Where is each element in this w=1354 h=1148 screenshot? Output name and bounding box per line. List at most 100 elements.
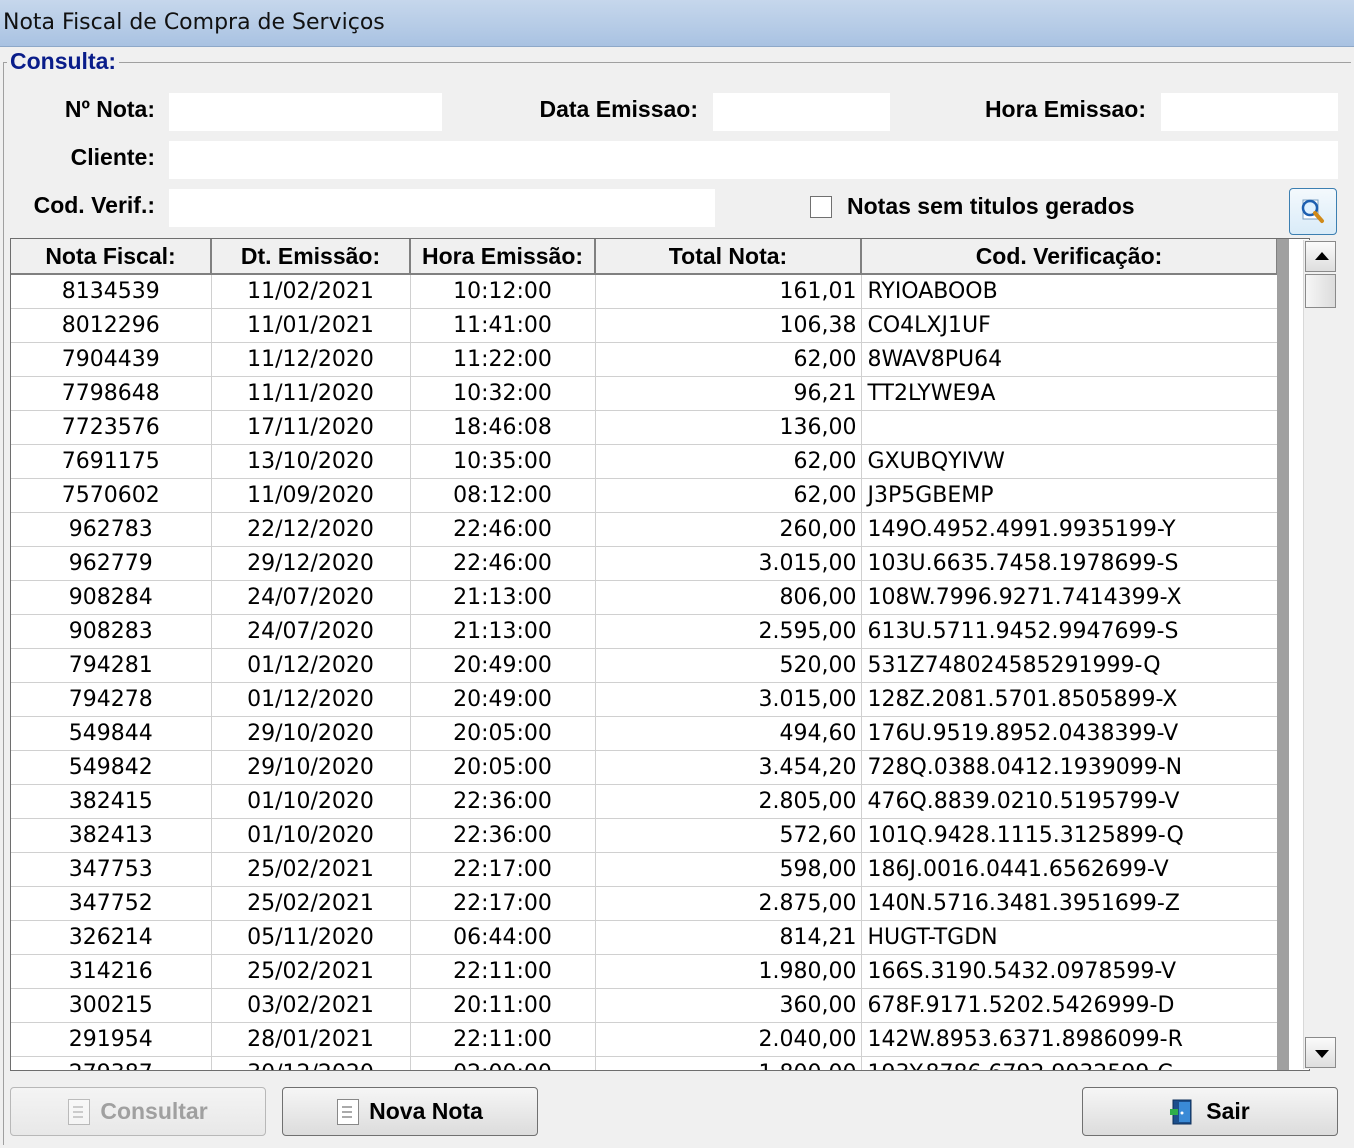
table-row[interactable]: 7723576 17/11/2020 18:46:08 136,00 — [11, 410, 1277, 445]
cell-cod-verificacao[interactable]: 678F.9171.5202.5426999-D — [861, 988, 1277, 1023]
scroll-down-button[interactable] — [1305, 1037, 1336, 1068]
cell-nota-fiscal[interactable]: 347752 — [11, 886, 212, 921]
cell-dt-emissao[interactable]: 13/10/2020 — [211, 444, 411, 479]
cell-cod-verificacao[interactable]: GXUBQYIVW — [861, 444, 1277, 479]
notas-grid[interactable]: Nota Fiscal: Dt. Emissão: Hora Emissão: … — [10, 238, 1310, 1071]
cell-dt-emissao[interactable]: 01/10/2020 — [211, 818, 411, 853]
scroll-up-button[interactable] — [1305, 241, 1336, 272]
column-header-hora-emissao[interactable]: Hora Emissão: — [410, 239, 596, 275]
cell-dt-emissao[interactable]: 24/07/2020 — [211, 614, 411, 649]
cell-hora-emissao[interactable]: 22:11:00 — [410, 1022, 596, 1057]
cell-total-nota[interactable]: 62,00 — [595, 478, 862, 513]
cell-total-nota[interactable]: 3.015,00 — [595, 682, 862, 717]
cell-cod-verificacao[interactable]: 108W.7996.9271.7414399-X — [861, 580, 1277, 615]
cell-dt-emissao[interactable]: 24/07/2020 — [211, 580, 411, 615]
cell-total-nota[interactable]: 494,60 — [595, 716, 862, 751]
cell-total-nota[interactable]: 3.454,20 — [595, 750, 862, 785]
cell-cod-verificacao[interactable]: 149O.4952.4991.9935199-Y — [861, 512, 1277, 547]
cell-cod-verificacao[interactable]: 186J.0016.0441.6562699-V — [861, 852, 1277, 887]
cell-nota-fiscal[interactable]: 7691175 — [11, 444, 212, 479]
cell-dt-emissao[interactable]: 11/01/2021 — [211, 308, 411, 343]
cell-total-nota[interactable]: 598,00 — [595, 852, 862, 887]
cell-dt-emissao[interactable]: 29/12/2020 — [211, 546, 411, 581]
cell-total-nota[interactable]: 572,60 — [595, 818, 862, 853]
cell-hora-emissao[interactable]: 08:12:00 — [410, 478, 596, 513]
table-row[interactable]: 7904439 11/12/2020 11:22:00 62,00 8WAV8PU64 — [11, 342, 1277, 377]
cell-hora-emissao[interactable]: 21:13:00 — [410, 580, 596, 615]
cell-nota-fiscal[interactable]: 794281 — [11, 648, 212, 683]
cell-dt-emissao[interactable]: 11/12/2020 — [211, 342, 411, 377]
table-row[interactable]: 347753 25/02/2021 22:17:00 598,00 186J.0016.… — [11, 852, 1277, 887]
cell-cod-verificacao[interactable]: 101Q.9428.1115.3125899-Q — [861, 818, 1277, 853]
hora-emissao-input[interactable] — [1161, 93, 1338, 131]
cell-total-nota[interactable]: 136,00 — [595, 410, 862, 445]
cell-hora-emissao[interactable]: 20:49:00 — [410, 648, 596, 683]
cell-cod-verificacao[interactable]: 728Q.0388.0412.1939099-N — [861, 750, 1277, 785]
cell-hora-emissao[interactable]: 06:44:00 — [410, 920, 596, 955]
table-row[interactable]: 7798648 11/11/2020 10:32:00 96,21 TT2LYWE9A — [11, 376, 1277, 411]
cell-total-nota[interactable]: 3.015,00 — [595, 546, 862, 581]
cell-nota-fiscal[interactable]: 962779 — [11, 546, 212, 581]
consultar-button[interactable]: Consultar — [10, 1087, 266, 1136]
notas-sem-titulos-label[interactable]: Notas sem titulos gerados — [847, 193, 1135, 220]
cell-cod-verificacao[interactable]: 166S.3190.5432.0978599-V — [861, 954, 1277, 989]
table-row[interactable]: 794281 01/12/2020 20:49:00 520,00 531Z748024… — [11, 648, 1277, 683]
cell-nota-fiscal[interactable]: 794278 — [11, 682, 212, 717]
table-row[interactable]: 908284 24/07/2020 21:13:00 806,00 108W.7996.… — [11, 580, 1277, 615]
table-row[interactable]: 8134539 11/02/2021 10:12:00 161,01 RYIOABOOB — [11, 274, 1277, 309]
cell-hora-emissao[interactable]: 22:46:00 — [410, 512, 596, 547]
cell-nota-fiscal[interactable]: 7904439 — [11, 342, 212, 377]
cell-hora-emissao[interactable]: 10:32:00 — [410, 376, 596, 411]
cell-cod-verificacao[interactable]: 531Z748024585291999-Q — [861, 648, 1277, 683]
table-row[interactable]: 326214 05/11/2020 06:44:00 814,21 HUGT-TGDN — [11, 920, 1277, 955]
cell-hora-emissao[interactable]: 10:12:00 — [410, 274, 596, 309]
cell-nota-fiscal[interactable]: 382415 — [11, 784, 212, 819]
table-row[interactable]: 27938730/12/202002:00:001.800,00193Y.878… — [11, 1056, 1277, 1070]
nova-nota-button[interactable]: Nova Nota — [282, 1087, 538, 1136]
table-row[interactable]: 962779 29/12/2020 22:46:00 3.015,00 103U.663… — [11, 546, 1277, 581]
column-header-total-nota[interactable]: Total Nota: — [595, 239, 862, 275]
cell-hora-emissao[interactable]: 22:17:00 — [410, 852, 596, 887]
cell-total-nota[interactable]: 360,00 — [595, 988, 862, 1023]
cell-dt-emissao[interactable]: 29/10/2020 — [211, 716, 411, 751]
cell-nota-fiscal[interactable]: 300215 — [11, 988, 212, 1023]
cell-total-nota[interactable]: 520,00 — [595, 648, 862, 683]
cell-dt-emissao[interactable]: 01/12/2020 — [211, 682, 411, 717]
cell-total-nota[interactable]: 161,01 — [595, 274, 862, 309]
table-row[interactable]: 549842 29/10/2020 20:05:00 3.454,20 728Q.038… — [11, 750, 1277, 785]
table-row[interactable]: 382415 01/10/2020 22:36:00 2.805,00 476Q.883… — [11, 784, 1277, 819]
cell-dt-emissao[interactable]: 03/02/2021 — [211, 988, 411, 1023]
cell-nota-fiscal[interactable]: 908284 — [11, 580, 212, 615]
cell-nota-fiscal[interactable]: 8012296 — [11, 308, 212, 343]
cell-total-nota[interactable]: 814,21 — [595, 920, 862, 955]
cell-cod-verificacao[interactable]: 193Y.8786.6792.9032599-C — [861, 1056, 1277, 1070]
cell-dt-emissao[interactable]: 17/11/2020 — [211, 410, 411, 445]
cell-hora-emissao[interactable]: 02:00:00 — [410, 1056, 596, 1070]
cell-dt-emissao[interactable]: 05/11/2020 — [211, 920, 411, 955]
cell-hora-emissao[interactable]: 11:22:00 — [410, 342, 596, 377]
cell-cod-verificacao[interactable]: 8WAV8PU64 — [861, 342, 1277, 377]
cell-dt-emissao[interactable]: 25/02/2021 — [211, 852, 411, 887]
table-row[interactable]: 8012296 11/01/2021 11:41:00 106,38 CO4LXJ1UF — [11, 308, 1277, 343]
cell-hora-emissao[interactable]: 20:05:00 — [410, 716, 596, 751]
cell-hora-emissao[interactable]: 22:36:00 — [410, 784, 596, 819]
cell-nota-fiscal[interactable]: 7570602 — [11, 478, 212, 513]
cell-hora-emissao[interactable]: 21:13:00 — [410, 614, 596, 649]
cell-dt-emissao[interactable]: 28/01/2021 — [211, 1022, 411, 1057]
cell-nota-fiscal[interactable]: 962783 — [11, 512, 212, 547]
cell-cod-verificacao[interactable]: HUGT-TGDN — [861, 920, 1277, 955]
cell-nota-fiscal[interactable]: 7723576 — [11, 410, 212, 445]
cell-total-nota[interactable]: 1.800,00 — [595, 1056, 862, 1070]
cell-hora-emissao[interactable]: 20:11:00 — [410, 988, 596, 1023]
table-row[interactable]: 908283 24/07/2020 21:13:00 2.595,00 613U.571… — [11, 614, 1277, 649]
cell-dt-emissao[interactable]: 25/02/2021 — [211, 886, 411, 921]
cell-total-nota[interactable]: 2.040,00 — [595, 1022, 862, 1057]
cell-hora-emissao[interactable]: 18:46:08 — [410, 410, 596, 445]
cell-cod-verificacao[interactable]: 140N.5716.3481.3951699-Z — [861, 886, 1277, 921]
cell-hora-emissao[interactable]: 10:35:00 — [410, 444, 596, 479]
cell-hora-emissao[interactable]: 20:49:00 — [410, 682, 596, 717]
table-row[interactable]: 962783 22/12/2020 22:46:00 260,00 149O.4952.… — [11, 512, 1277, 547]
cell-hora-emissao[interactable]: 20:05:00 — [410, 750, 596, 785]
cell-hora-emissao[interactable]: 22:36:00 — [410, 818, 596, 853]
cell-dt-emissao[interactable]: 01/10/2020 — [211, 784, 411, 819]
